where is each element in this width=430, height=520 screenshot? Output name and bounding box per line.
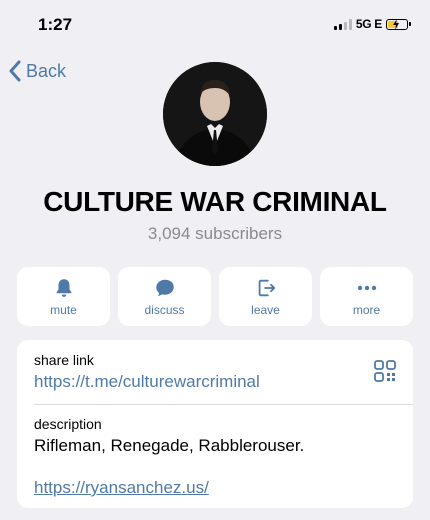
description-text: Rifleman, Renegade, Rabblerouser. (34, 436, 305, 455)
network-type: 5G E (355, 17, 382, 31)
qr-code-icon (374, 360, 396, 382)
leave-icon (258, 279, 275, 296)
battery-icon (386, 18, 411, 30)
ellipsis-icon (357, 285, 376, 290)
divider (34, 404, 413, 405)
discuss-button[interactable]: discuss (118, 267, 211, 326)
back-label: Back (26, 60, 67, 81)
website-link[interactable]: https://ryansanchez.us/ (34, 478, 209, 498)
qr-code-button[interactable] (374, 360, 396, 387)
leave-label: leave (251, 302, 280, 317)
leave-button[interactable]: leave (219, 267, 312, 326)
status-indicators: 5G E (333, 17, 411, 31)
status-bar: 1:27 5G E (0, 0, 430, 48)
chevron-left-icon (9, 60, 21, 82)
more-button[interactable]: more (320, 267, 413, 326)
discuss-label: discuss (144, 302, 185, 317)
channel-avatar[interactable] (163, 62, 267, 166)
chat-bubble-icon (155, 279, 174, 296)
status-time: 1:27 (38, 15, 73, 34)
more-label: more (352, 302, 381, 317)
description-label: description (34, 416, 102, 432)
back-button[interactable]: Back (8, 60, 66, 82)
share-link[interactable]: https://t.me/culturewarcriminal (34, 372, 260, 392)
bell-icon (56, 278, 71, 297)
mute-button[interactable]: mute (17, 267, 110, 326)
info-card: share link https://t.me/culturewarcrimin… (17, 340, 413, 508)
signal-icon (333, 18, 352, 30)
mute-label: mute (50, 302, 77, 317)
channel-name: CULTURE WAR CRIMINAL (43, 186, 387, 217)
action-row: mute discuss leave more (17, 267, 413, 326)
share-link-label: share link (34, 352, 94, 368)
subscriber-count: 3,094 subscribers (147, 224, 283, 243)
